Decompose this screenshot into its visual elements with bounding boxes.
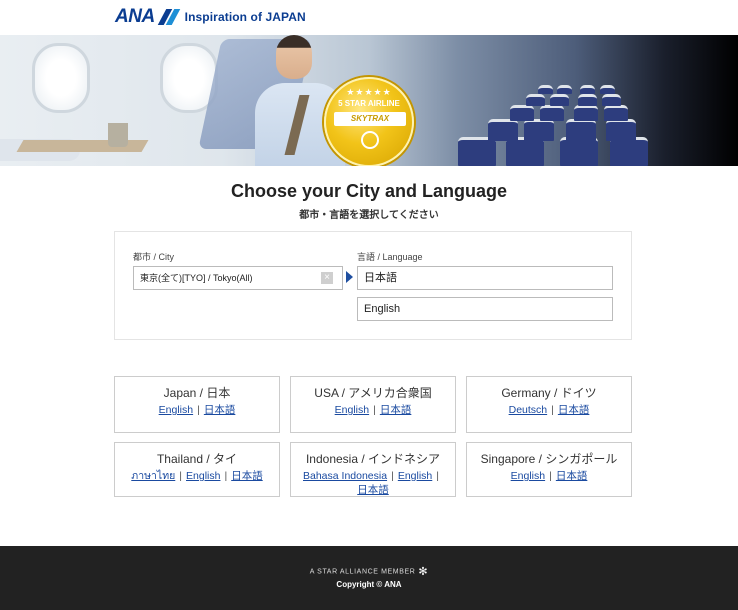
- link-english[interactable]: English: [159, 404, 193, 416]
- logo-mark-icon: [157, 9, 180, 25]
- ana-logo[interactable]: ANA Inspiration of JAPAN: [115, 6, 306, 27]
- language-option-english[interactable]: English: [357, 297, 613, 321]
- cabin-seat: [524, 119, 554, 141]
- country-links: English | 日本語: [334, 404, 412, 416]
- country-box-thailand: Thailand / タイ ภาษาไทย | English | 日本語: [114, 442, 280, 497]
- cabin-seat: [602, 94, 621, 106]
- badge-brand: SKYTRAX: [334, 112, 406, 126]
- link-english[interactable]: English: [186, 470, 220, 482]
- link-deutsch[interactable]: Deutsch: [509, 404, 548, 416]
- cabin-seat: [538, 85, 553, 94]
- country-name: Japan / 日本: [163, 386, 231, 400]
- passenger-head: [276, 35, 312, 79]
- country-name: Germany / ドイツ: [501, 386, 597, 400]
- link-bahasa-indonesia[interactable]: Bahasa Indonesia: [303, 470, 387, 482]
- cabin-seat-rows: [410, 75, 670, 166]
- cabin-seat: [560, 137, 598, 166]
- alliance-text: A STAR ALLIANCE MEMBER: [309, 568, 416, 576]
- country-box-indonesia: Indonesia / インドネシア Bahasa Indonesia | Engl…: [290, 442, 456, 497]
- country-name: Thailand / タイ: [156, 452, 238, 466]
- star-alliance-member: A STAR ALLIANCE MEMBER ✻: [0, 565, 738, 578]
- language-label: 言語 / Language: [357, 252, 423, 262]
- page-subtitle: 都市・言語を選択してください: [299, 210, 439, 221]
- country-links: English | 日本語: [158, 404, 236, 416]
- country-links: Deutsch | 日本語: [508, 404, 590, 416]
- country-name: Indonesia / インドネシア: [305, 452, 441, 466]
- country-box-japan: Japan / 日本 English | 日本語: [114, 376, 280, 433]
- skytrax-badge: ★★★★★ 5 STAR AIRLINE SKYTRAX: [324, 77, 414, 166]
- city-input[interactable]: 東京(全て)[TYO] / Tokyo(All): [133, 266, 343, 290]
- country-box-usa: USA / アメリカ合衆国 English | 日本語: [290, 376, 456, 433]
- country-links: Bahasa Indonesia | English | 日本語: [303, 470, 439, 496]
- page-footer: A STAR ALLIANCE MEMBER ✻ Copyright © ANA: [0, 546, 738, 610]
- logo-tagline: Inspiration of JAPAN: [184, 10, 306, 24]
- clear-icon[interactable]: ×: [321, 272, 333, 284]
- star-alliance-icon: ✻: [418, 566, 429, 578]
- page-title: Choose your City and Language: [230, 181, 508, 201]
- city-label: 都市 / City: [133, 252, 175, 262]
- cabin-seat: [458, 137, 496, 166]
- city-language-panel: 都市 / City 東京(全て)[TYO] / Tokyo(All) × 言語 …: [114, 231, 632, 340]
- tray-table: [16, 140, 149, 152]
- country-box-germany: Germany / ドイツ Deutsch | 日本語: [466, 376, 632, 433]
- link-thai[interactable]: ภาษาไทย: [131, 470, 175, 482]
- link-japanese[interactable]: 日本語: [558, 404, 590, 416]
- link-japanese[interactable]: 日本語: [357, 484, 389, 496]
- cabin-seat: [610, 137, 648, 166]
- globe-icon: [361, 131, 379, 149]
- badge-stars: ★★★★★: [346, 87, 392, 97]
- link-english[interactable]: English: [511, 470, 545, 482]
- cabin-seat: [600, 85, 615, 94]
- cabin-seat: [557, 85, 572, 94]
- cabin-seat: [526, 94, 545, 106]
- cabin-window: [32, 43, 90, 113]
- country-name: Singapore / シンガポール: [480, 452, 618, 466]
- cabin-seat: [506, 137, 544, 166]
- badge-title: 5 STAR AIRLINE: [338, 99, 400, 108]
- language-option-japanese[interactable]: 日本語: [357, 266, 613, 290]
- logo-text: ANA: [115, 6, 155, 27]
- link-japanese[interactable]: 日本語: [556, 470, 588, 482]
- cabin-seat: [606, 119, 636, 141]
- cabin-seat: [566, 119, 596, 141]
- cabin-seat: [604, 105, 628, 121]
- country-box-singapore: Singapore / シンガポール English | 日本語: [466, 442, 632, 497]
- cabin-seat: [550, 94, 569, 106]
- cabin-seat: [488, 119, 518, 141]
- link-english[interactable]: English: [335, 404, 369, 416]
- cabin-seat: [580, 85, 595, 94]
- top-header: ANA Inspiration of JAPAN: [0, 0, 738, 35]
- copyright-text: Copyright © ANA: [336, 580, 402, 589]
- cup-image: [108, 123, 128, 147]
- link-english[interactable]: English: [398, 470, 432, 482]
- country-name: USA / アメリカ合衆国: [314, 386, 432, 400]
- link-japanese[interactable]: 日本語: [204, 404, 236, 416]
- cabin-seat: [540, 105, 564, 121]
- country-links: ภาษาไทย | English | 日本語: [131, 470, 263, 482]
- link-japanese[interactable]: 日本語: [380, 404, 412, 416]
- hero-banner: ★★★★★ 5 STAR AIRLINE SKYTRAX: [0, 35, 738, 166]
- country-links: English | 日本語: [510, 470, 588, 482]
- cabin-seat: [574, 105, 598, 121]
- arrow-right-icon: [346, 271, 353, 283]
- link-japanese[interactable]: 日本語: [231, 470, 263, 482]
- cabin-seat: [510, 105, 534, 121]
- cabin-seat: [578, 94, 597, 106]
